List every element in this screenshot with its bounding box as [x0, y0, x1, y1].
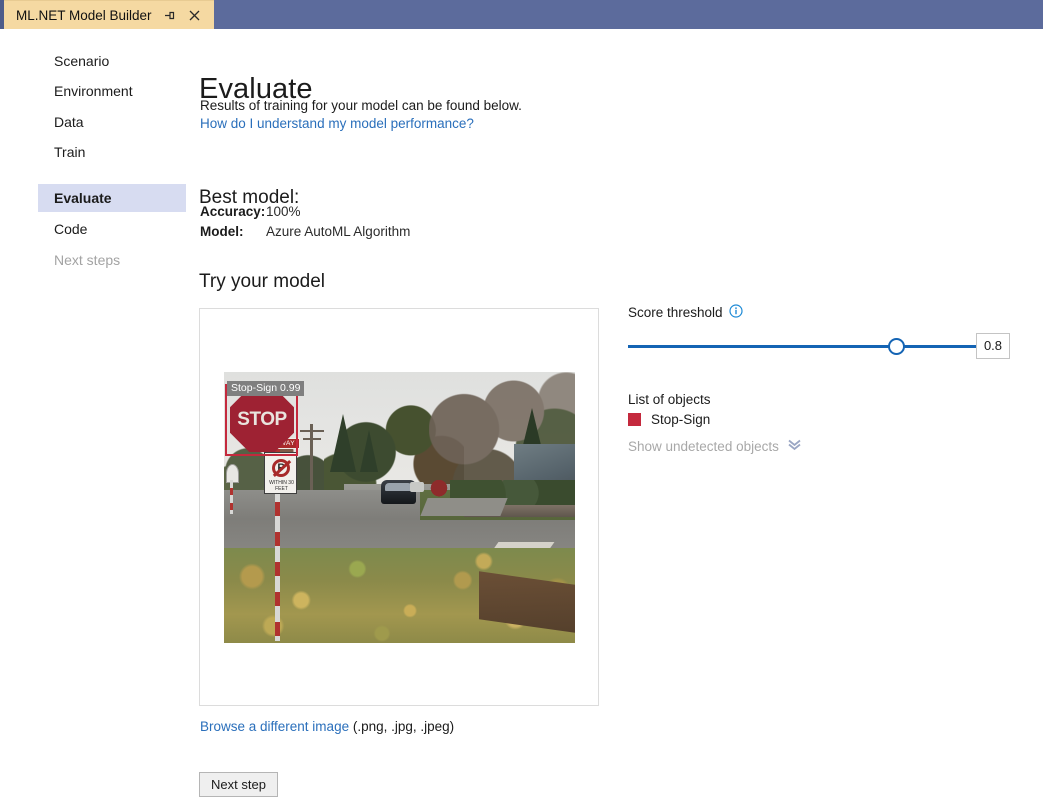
detection-bounding-box: Stop-Sign 0.99	[225, 384, 298, 456]
browse-row: Browse a different image (.png, .jpg, .j…	[200, 719, 454, 734]
sidebar-item-scenario[interactable]: Scenario	[38, 47, 186, 75]
model-row: Model: Azure AutoML Algorithm	[200, 224, 410, 239]
score-threshold-slider[interactable]: 0.8	[628, 331, 1013, 363]
accuracy-label: Accuracy:	[200, 204, 264, 219]
utility-crossarm	[303, 438, 321, 440]
next-step-button[interactable]: Next step	[199, 772, 278, 797]
score-threshold-label-row: Score threshold	[628, 304, 743, 321]
distant-car	[410, 482, 424, 492]
sidebar-item-next-steps: Next steps	[38, 246, 186, 274]
pin-icon[interactable]	[162, 8, 177, 23]
list-of-objects-label: List of objects	[628, 392, 711, 407]
sidebar-item-label: Next steps	[54, 252, 120, 268]
slider-thumb[interactable]	[888, 338, 905, 355]
page-description: Results of training for your model can b…	[200, 98, 522, 113]
sidebar-item-code[interactable]: Code	[38, 215, 186, 243]
detection-label: Stop-Sign 0.99	[227, 381, 304, 396]
sidebar-item-data[interactable]: Data	[38, 108, 186, 136]
sidebar-item-label: Train	[54, 144, 85, 160]
info-icon[interactable]	[729, 304, 743, 321]
preview-photo: ALL WAY P WITHIN 30 FEET STOP Stop-Sign …	[224, 372, 575, 643]
sidebar-item-environment[interactable]: Environment	[38, 77, 186, 105]
utility-crossarm	[300, 430, 324, 432]
sidebar: Scenario Environment Data Train Evaluate…	[0, 29, 190, 811]
close-icon[interactable]	[187, 8, 202, 23]
image-preview-card[interactable]: ALL WAY P WITHIN 30 FEET STOP Stop-Sign …	[199, 308, 599, 706]
score-threshold-label: Score threshold	[628, 305, 723, 320]
model-value: Azure AutoML Algorithm	[264, 224, 410, 239]
window-tab-title: ML.NET Model Builder	[16, 1, 152, 30]
browse-formats-text: (.png, .jpg, .jpeg)	[349, 719, 454, 734]
conifer-tree	[360, 430, 378, 472]
model-performance-help-link[interactable]: How do I understand my model performance…	[200, 116, 474, 131]
chevron-double-down-icon[interactable]	[787, 438, 802, 454]
street-scene-image: ALL WAY P WITHIN 30 FEET STOP Stop-Sign …	[224, 372, 575, 643]
no-parking-text: WITHIN 30 FEET	[265, 480, 298, 492]
sidebar-item-label: Data	[54, 114, 84, 130]
workspace: Scenario Environment Data Train Evaluate…	[0, 29, 1043, 811]
object-legend-item[interactable]: Stop-Sign	[628, 412, 710, 427]
title-bar: ML.NET Model Builder	[0, 0, 1043, 29]
right-panel: Score threshold 0.8 List of objects Stop…	[628, 29, 1023, 811]
small-sign-post	[230, 480, 233, 514]
conifer-tree	[330, 414, 356, 472]
accuracy-row: Accuracy: 100%	[200, 204, 301, 219]
sidebar-item-train[interactable]: Train	[38, 138, 186, 166]
sidebar-item-label: Environment	[54, 83, 133, 99]
no-parking-sign: P WITHIN 30 FEET	[264, 452, 297, 494]
sidebar-item-label: Scenario	[54, 53, 109, 69]
utility-pole	[310, 424, 313, 498]
car-windshield	[385, 483, 412, 491]
sidebar-item-evaluate[interactable]: Evaluate	[38, 184, 186, 212]
accuracy-value: 100%	[264, 204, 301, 219]
slider-track[interactable]	[628, 345, 976, 348]
browse-different-image-link[interactable]: Browse a different image	[200, 719, 349, 734]
model-label: Model:	[200, 224, 264, 239]
object-color-swatch	[628, 413, 641, 426]
show-undetected-label: Show undetected objects	[628, 439, 779, 454]
object-name-label: Stop-Sign	[651, 412, 710, 427]
red-shrub	[427, 476, 451, 498]
sidewalk-right	[420, 498, 507, 516]
sidebar-item-label: Code	[54, 221, 87, 237]
window-tab[interactable]: ML.NET Model Builder	[4, 0, 214, 29]
try-your-model-heading: Try your model	[199, 271, 325, 293]
sidebar-item-label: Evaluate	[54, 190, 112, 206]
slider-value-box[interactable]: 0.8	[976, 333, 1010, 359]
show-undetected-objects-toggle[interactable]: Show undetected objects	[628, 438, 802, 454]
